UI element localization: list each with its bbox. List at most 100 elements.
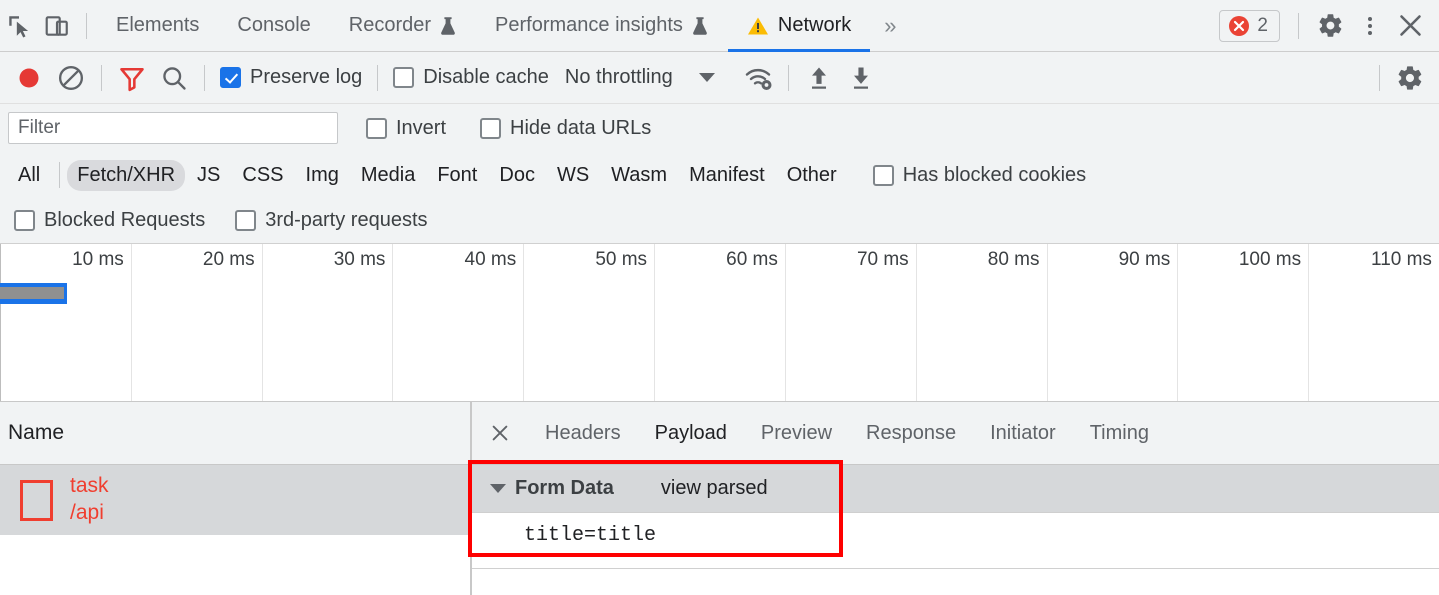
blocked-requests-checkbox[interactable]: Blocked Requests (14, 209, 205, 232)
throttling-select[interactable]: No throttling (555, 66, 673, 89)
tabbar-divider (86, 12, 87, 39)
tabbar-right-divider (1298, 12, 1299, 39)
request-list-panel: Name task /api (0, 402, 470, 595)
type-filter-font[interactable]: Font (427, 160, 487, 191)
type-filter-img[interactable]: Img (296, 160, 349, 191)
view-parsed-link[interactable]: view parsed (661, 477, 768, 500)
type-filter-media[interactable]: Media (351, 160, 425, 191)
type-filter-css[interactable]: CSS (232, 160, 293, 191)
tick-label: 60 ms (726, 249, 778, 270)
toolbar-divider (787, 64, 789, 91)
timeline-tick: 60 ms (654, 244, 785, 401)
hide-data-urls-checkbox[interactable]: Hide data URLs (480, 117, 651, 140)
type-filter-doc[interactable]: Doc (489, 160, 545, 191)
search-icon[interactable] (153, 57, 195, 99)
filter-input[interactable] (8, 112, 338, 144)
chevron-down-icon[interactable] (490, 484, 506, 493)
tab-network[interactable]: Network (727, 0, 871, 52)
type-filter-wasm[interactable]: Wasm (601, 160, 677, 191)
tab-label: Elements (116, 14, 200, 36)
invert-checkbox[interactable]: Invert (366, 117, 446, 140)
network-overview-timeline[interactable]: 10 ms 20 ms 30 ms 40 ms 50 ms 60 ms 70 m… (0, 244, 1439, 402)
import-har-icon[interactable] (798, 57, 840, 99)
resource-type-filter-row: All Fetch/XHR JS CSS Img Media Font Doc … (0, 152, 1439, 198)
timeline-tick: 80 ms (915, 244, 1047, 401)
tick-label: 40 ms (464, 249, 517, 270)
device-toolbar-icon[interactable] (38, 7, 76, 45)
tab-recorder[interactable]: Recorder (330, 0, 476, 52)
warning-triangle-icon (747, 16, 769, 36)
disable-cache-checkbox[interactable]: Disable cache (393, 66, 549, 89)
timeline-tick: 40 ms (392, 244, 523, 401)
overview-request-band-inner (0, 287, 64, 299)
blocked-filter-row: Blocked Requests 3rd-party requests (0, 198, 1439, 244)
tick-label: 70 ms (856, 249, 909, 270)
table-row[interactable]: task /api (0, 465, 470, 535)
request-path: /api (70, 501, 104, 524)
kebab-menu-icon[interactable] (1351, 7, 1389, 45)
filter-funnel-icon[interactable] (111, 57, 153, 99)
tab-payload[interactable]: Payload (637, 402, 745, 464)
timeline-tick: 110 ms (1308, 244, 1439, 401)
export-har-icon[interactable] (840, 57, 882, 99)
invert-label: Invert (396, 116, 447, 139)
network-toolbar: Preserve log Disable cache No throttling (0, 52, 1439, 104)
inspect-cursor-icon[interactable] (0, 7, 38, 45)
preserve-log-label: Preserve log (250, 66, 363, 88)
tab-performance-insights[interactable]: Performance insights (476, 0, 728, 52)
type-filter-ws[interactable]: WS (547, 160, 599, 191)
has-blocked-cookies-label: Has blocked cookies (902, 163, 1087, 186)
chevron-down-icon[interactable] (698, 73, 715, 82)
devtools-window: Elements Console Recorder Performance in… (0, 0, 1439, 595)
gear-icon[interactable] (1389, 57, 1431, 99)
preserve-log-checkbox[interactable]: Preserve log (220, 66, 362, 89)
timeline-tick: 30 ms (261, 244, 393, 401)
tab-response[interactable]: Response (849, 402, 973, 464)
error-count: 2 (1257, 14, 1268, 36)
wifi-settings-icon[interactable] (737, 57, 779, 99)
form-data-title: Form Data (515, 477, 614, 499)
type-filter-js[interactable]: JS (187, 160, 230, 191)
has-blocked-cookies-checkbox[interactable]: Has blocked cookies (872, 163, 1087, 187)
close-icon[interactable] (1391, 7, 1429, 45)
tab-console[interactable]: Console (218, 0, 329, 52)
tab-headers[interactable]: Headers (528, 402, 638, 464)
form-data-entry: title=title (472, 513, 1439, 558)
tick-label: 50 ms (595, 249, 648, 270)
tick-label: 10 ms (72, 249, 124, 270)
tab-label: Recorder (348, 14, 432, 36)
type-filter-manifest[interactable]: Manifest (679, 160, 775, 191)
checkbox-box (14, 210, 35, 231)
checkbox-box (393, 67, 415, 88)
tick-label: 30 ms (333, 249, 386, 270)
close-icon[interactable] (472, 402, 528, 464)
type-filter-all[interactable]: All (8, 160, 50, 191)
timeline-tick: 70 ms (784, 244, 916, 401)
tab-initiator[interactable]: Initiator (973, 402, 1073, 464)
network-bottom-split: Name task /api Headers Payload Preview R… (0, 402, 1439, 595)
request-detail-panel: Headers Payload Preview Response Initiat… (472, 402, 1439, 595)
clear-icon[interactable] (50, 57, 92, 99)
third-party-requests-checkbox[interactable]: 3rd-party requests (235, 209, 428, 232)
form-data-section-header[interactable]: Form Data view parsed (472, 465, 1439, 513)
type-filter-divider (59, 162, 61, 188)
timeline-ruler: 10 ms 20 ms 30 ms 40 ms 50 ms 60 ms 70 m… (0, 244, 1439, 401)
tab-preview[interactable]: Preview (744, 402, 849, 464)
type-filter-other[interactable]: Other (777, 160, 847, 191)
section-divider (472, 568, 1439, 569)
tab-timing[interactable]: Timing (1073, 402, 1166, 464)
request-name: task (70, 474, 109, 498)
error-count-badge[interactable]: 2 (1219, 9, 1280, 42)
tab-label: Console (237, 14, 311, 36)
record-button-icon[interactable] (8, 57, 50, 99)
more-tabs-chevron-icon[interactable]: » (870, 13, 908, 39)
toolbar-divider (204, 64, 205, 91)
tabbar-right-controls: 2 (1219, 7, 1439, 45)
tab-label: Network (777, 14, 852, 36)
checkbox-box (480, 117, 502, 139)
gear-icon[interactable] (1311, 7, 1349, 45)
type-filter-fetch-xhr[interactable]: Fetch/XHR (67, 159, 186, 191)
checkbox-box (366, 117, 387, 139)
error-circle-icon (1229, 15, 1250, 36)
tab-elements[interactable]: Elements (97, 0, 218, 52)
